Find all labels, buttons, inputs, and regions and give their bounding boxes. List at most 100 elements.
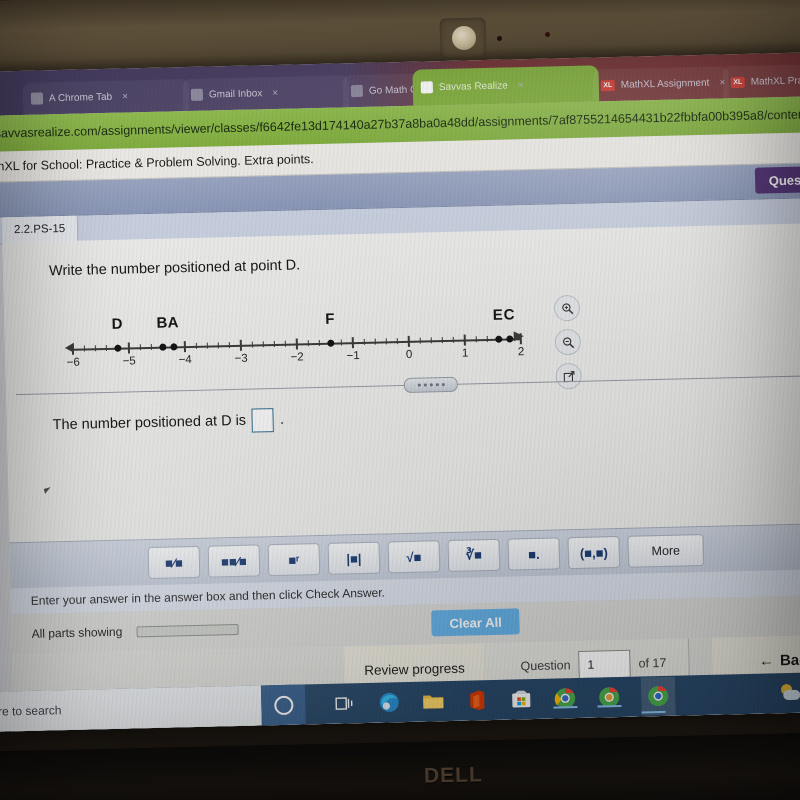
minor-tick <box>430 337 432 344</box>
file-explorer-icon[interactable] <box>421 689 446 714</box>
minor-tick <box>307 340 309 347</box>
plotted-point-f <box>326 339 335 347</box>
minor-tick <box>340 339 343 346</box>
generic-favicon <box>30 92 44 105</box>
status-led <box>544 31 551 38</box>
zoom-out-icon[interactable] <box>554 328 582 356</box>
minor-tick <box>206 342 208 349</box>
minor-tick <box>452 336 455 343</box>
parts-showing-label: All parts showing <box>31 624 123 641</box>
tick-label: −2 <box>290 351 304 364</box>
math-button-square-root[interactable]: √■ <box>387 540 441 574</box>
minor-tick <box>273 341 276 348</box>
minor-tick <box>83 345 85 352</box>
close-icon[interactable]: × <box>122 91 128 102</box>
tick-label: 0 <box>405 348 413 361</box>
chrome-window-2-icon[interactable] <box>597 685 622 710</box>
minor-tick <box>150 343 152 350</box>
clear-all-button[interactable]: Clear All <box>431 608 521 637</box>
office-icon[interactable] <box>465 688 490 713</box>
problem-sheet: Write the number positioned at point D. … <box>2 222 800 733</box>
weather-icon <box>780 683 800 703</box>
major-tick <box>463 334 466 346</box>
plotted-point-a <box>170 343 178 351</box>
minor-tick <box>385 338 388 345</box>
point-label-d: D <box>111 315 123 333</box>
task-view-icon[interactable] <box>333 691 358 716</box>
question-label: Question <box>520 658 571 674</box>
minor-tick <box>105 344 108 352</box>
browser-tab-1[interactable]: A Chrome Tab × <box>22 78 190 115</box>
laptop-screen: A Chrome Tab × Gmail Inbox × Go Math Gra… <box>0 51 800 733</box>
plotted-point-d <box>114 344 122 352</box>
math-button-mixed-number[interactable]: ■■⁄■ <box>207 544 261 578</box>
math-button-interval[interactable]: (■,■) <box>567 535 621 570</box>
tick-label: −1 <box>346 350 360 363</box>
dell-logo: DELL <box>423 763 484 788</box>
edge-icon[interactable] <box>377 690 402 715</box>
chrome-window-1-icon[interactable] <box>553 686 578 711</box>
minor-tick <box>139 344 141 351</box>
browser-tab-5[interactable]: XL MathXL Assignment × <box>592 66 730 102</box>
back-arrow-icon: ← <box>758 651 775 670</box>
tab-problem-2-2-ps-15[interactable]: 2.2.PS-15 <box>1 215 79 244</box>
point-label-c: C <box>503 306 515 324</box>
point-label-a: A <box>167 314 179 332</box>
minor-tick <box>251 341 253 348</box>
major-tick <box>239 339 242 351</box>
browser-tab-2[interactable]: Gmail Inbox × <box>182 75 350 112</box>
math-button-nth-root[interactable]: ∛■ <box>447 538 501 573</box>
math-button-exponent[interactable]: ■ʳ <box>267 543 321 577</box>
taskbar-search-input[interactable]: ere to search <box>0 685 262 733</box>
tick-label: −5 <box>122 355 136 368</box>
math-button-more[interactable]: More <box>627 533 705 568</box>
back-label: Back <box>779 650 800 669</box>
resize-handle-icon[interactable] <box>403 376 459 393</box>
close-icon[interactable]: × <box>518 80 524 91</box>
webcam-icon <box>452 26 476 50</box>
minor-tick <box>363 338 365 345</box>
tab-title: MathXL Practice <box>750 74 800 88</box>
answer-prompt-row: The number positioned at D is . <box>52 408 284 437</box>
minor-tick <box>195 342 197 349</box>
taskbar-system-tray: 66°F <box>780 672 800 714</box>
tab-title: MathXL Assignment <box>620 77 710 91</box>
major-tick <box>351 337 354 349</box>
xl-favicon: XL <box>600 79 615 91</box>
browser-tab-savvas-realize[interactable]: Savvas Realize × <box>412 65 600 106</box>
question-button[interactable]: Question <box>754 165 800 194</box>
math-button-fraction[interactable]: ■⁄■ <box>147 545 201 580</box>
zoom-in-icon[interactable] <box>553 294 581 322</box>
close-icon[interactable]: × <box>272 87 278 98</box>
major-tick <box>295 338 298 350</box>
microsoft-store-icon[interactable] <box>509 687 534 712</box>
minor-tick <box>419 337 421 344</box>
question-number-input[interactable]: 1 <box>578 649 631 679</box>
minor-tick <box>374 338 376 345</box>
laptop-bottom-bezel <box>0 731 800 800</box>
math-button-decimal-point[interactable]: ■. <box>507 537 561 571</box>
minor-tick <box>262 341 264 348</box>
number-line-tick-labels: −6 −5 −4 −3 −2 −1 0 1 2 <box>24 286 544 369</box>
cortana-icon[interactable] <box>260 684 306 726</box>
point-label-e: E <box>492 306 504 324</box>
chrome-window-3-icon[interactable] <box>640 676 676 716</box>
answer-input[interactable] <box>251 408 275 433</box>
parts-progress-track <box>136 623 239 637</box>
generic-favicon <box>350 84 364 98</box>
major-tick <box>407 335 410 347</box>
taskbar-app-icons <box>333 676 676 723</box>
math-button-absolute-value[interactable]: |■| <box>327 541 381 575</box>
tab-title: Savvas Realize <box>438 79 508 93</box>
open-in-new-window-icon[interactable] <box>555 362 582 390</box>
figure-tool-buttons <box>553 294 582 390</box>
minor-tick <box>284 340 287 347</box>
minor-tick <box>228 342 231 349</box>
mouse-cursor <box>43 485 57 494</box>
tick-label: −3 <box>234 352 248 365</box>
major-tick <box>71 343 74 355</box>
point-label-b: B <box>156 314 168 332</box>
browser-tab-6[interactable]: XL MathXL Practice <box>722 63 800 99</box>
minor-tick <box>486 336 488 343</box>
generic-favicon <box>190 88 204 101</box>
